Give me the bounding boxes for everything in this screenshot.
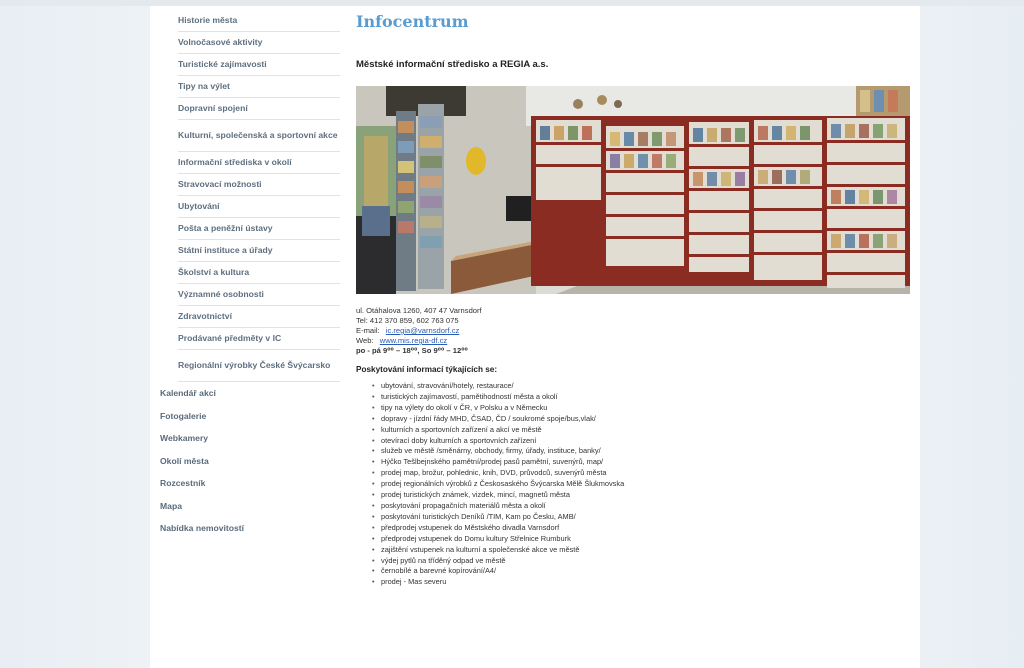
list-item: černobílé a barevné kopírování/A4/ bbox=[372, 566, 911, 577]
list-item: zajištění vstupenek na kulturní a společ… bbox=[372, 545, 911, 556]
list-item: otevírací doby kulturních a sportovních … bbox=[372, 436, 911, 447]
sidebar-item-fotogalerie[interactable]: Fotogalerie bbox=[160, 405, 340, 428]
email-label: E-mail: bbox=[356, 326, 380, 335]
list-item: prodej map, brožur, pohlednic, knih, DVD… bbox=[372, 468, 911, 479]
web-link[interactable]: www.mis.regia-df.cz bbox=[380, 336, 448, 345]
page-title: Infocentrum bbox=[356, 12, 469, 31]
services-list: ubytování, stravování/hotely, restaurace… bbox=[372, 381, 911, 588]
sidebar-item-rozcestnik[interactable]: Rozcestník bbox=[160, 472, 340, 495]
sidebar-item-historie[interactable]: Historie města bbox=[178, 10, 340, 32]
sidebar-item-turisticke[interactable]: Turistické zajímavosti bbox=[178, 54, 340, 76]
sidebar-item-posta[interactable]: Pošta a peněžní ústavy bbox=[178, 218, 340, 240]
sidebar-item-tipy[interactable]: Tipy na výlet bbox=[178, 76, 340, 98]
sidebar-item-kulturni-akce[interactable]: Kulturní, společenská a sportovní akce bbox=[178, 120, 340, 152]
email-row: E-mail: ic.regia@varnsdorf.cz bbox=[356, 326, 911, 336]
list-item: poskytování propagačních materiálů města… bbox=[372, 501, 911, 512]
list-item: prodej - Mas severu bbox=[372, 577, 911, 588]
list-item: dopravy - jízdní řády MHD, ČSAD, ČD / so… bbox=[372, 414, 911, 425]
list-item: služeb ve městě /směnárny, obchody, firm… bbox=[372, 446, 911, 457]
sidebar-item-prodavane-predmety[interactable]: Prodávané předměty v IC bbox=[178, 328, 340, 350]
list-item: předprodej vstupenek do Domu kultury Stř… bbox=[372, 534, 911, 545]
infocentrum-interior-illustration bbox=[356, 86, 910, 294]
sidebar-item-kalendar[interactable]: Kalendář akcí bbox=[160, 382, 340, 405]
main-content: Infocentrum Městské informační středisko… bbox=[356, 6, 911, 588]
address-text: ul. Otáhalova 1260, 407 47 Varnsdorf bbox=[356, 306, 482, 315]
list-item: výdej pytlů na tříděný odpad ve městě bbox=[372, 556, 911, 567]
list-item: předprodej vstupenek do Městského divadl… bbox=[372, 523, 911, 534]
page-container: Historie města Volnočasové aktivity Turi… bbox=[150, 6, 920, 668]
list-item: poskytování turistických Deníků /TIM, Ka… bbox=[372, 512, 911, 523]
sidebar-item-statni-instituce[interactable]: Státní instituce a úřady bbox=[178, 240, 340, 262]
list-item: ubytování, stravování/hotely, restaurace… bbox=[372, 381, 911, 392]
list-item: Hýčko Tešlbejnského pamětní/prodej pasů … bbox=[372, 457, 911, 468]
sidebar-item-regionalni-vyrobky[interactable]: Regionální výrobky České Švýcarsko bbox=[178, 350, 340, 382]
phone-text: Tel: 412 370 859, 602 763 075 bbox=[356, 316, 459, 325]
opening-hours: po - pá 9⁰⁰ – 18⁰⁰, So 9⁰⁰ – 12⁰⁰ bbox=[356, 346, 468, 355]
list-item: prodej turistických známek, vizdek, minc… bbox=[372, 490, 911, 501]
web-label: Web: bbox=[356, 336, 374, 345]
sidebar-item-stravovani[interactable]: Stravovací možnosti bbox=[178, 174, 340, 196]
sidebar-item-zdravotnictvi[interactable]: Zdravotnictví bbox=[178, 306, 340, 328]
list-item: kulturních a sportovních zařízení a akcí… bbox=[372, 425, 911, 436]
sidebar-item-nemovitosti[interactable]: Nabídka nemovitostí bbox=[160, 517, 340, 540]
services-heading: Poskytování informací týkajících se: bbox=[356, 365, 498, 374]
sidebar-item-ubytovani[interactable]: Ubytování bbox=[178, 196, 340, 218]
sidebar-item-volnocasove[interactable]: Volnočasové aktivity bbox=[178, 32, 340, 54]
list-item: tipy na výlety do okolí v ČR, v Polsku a… bbox=[372, 403, 911, 414]
sidebar-item-skolstvi[interactable]: Školství a kultura bbox=[178, 262, 340, 284]
contact-info: ul. Otáhalova 1260, 407 47 Varnsdorf Tel… bbox=[356, 306, 911, 356]
sidebar-item-osobnosti[interactable]: Významné osobnosti bbox=[178, 284, 340, 306]
page-subtitle: Městské informační středisko a REGIA a.s… bbox=[356, 59, 549, 70]
web-row: Web: www.mis.regia-df.cz bbox=[356, 336, 911, 346]
sidebar-item-okoli[interactable]: Okolí města bbox=[160, 450, 340, 473]
sidebar-item-doprava[interactable]: Dopravní spojení bbox=[178, 98, 340, 120]
infocentrum-photo bbox=[356, 86, 910, 294]
list-item: turistických zajímavostí, pamětihodností… bbox=[372, 392, 911, 403]
sidebar-nav: Historie města Volnočasové aktivity Turi… bbox=[160, 10, 345, 540]
bookshelf-group bbox=[531, 116, 910, 288]
sidebar-item-mapa[interactable]: Mapa bbox=[160, 495, 340, 518]
list-item: prodej regionálních výrobků z Českosaské… bbox=[372, 479, 911, 490]
sidebar-item-webkamery[interactable]: Webkamery bbox=[160, 427, 340, 450]
email-link[interactable]: ic.regia@varnsdorf.cz bbox=[386, 326, 460, 335]
sidebar-item-informacni-strediska[interactable]: Informační střediska v okolí bbox=[178, 152, 340, 174]
